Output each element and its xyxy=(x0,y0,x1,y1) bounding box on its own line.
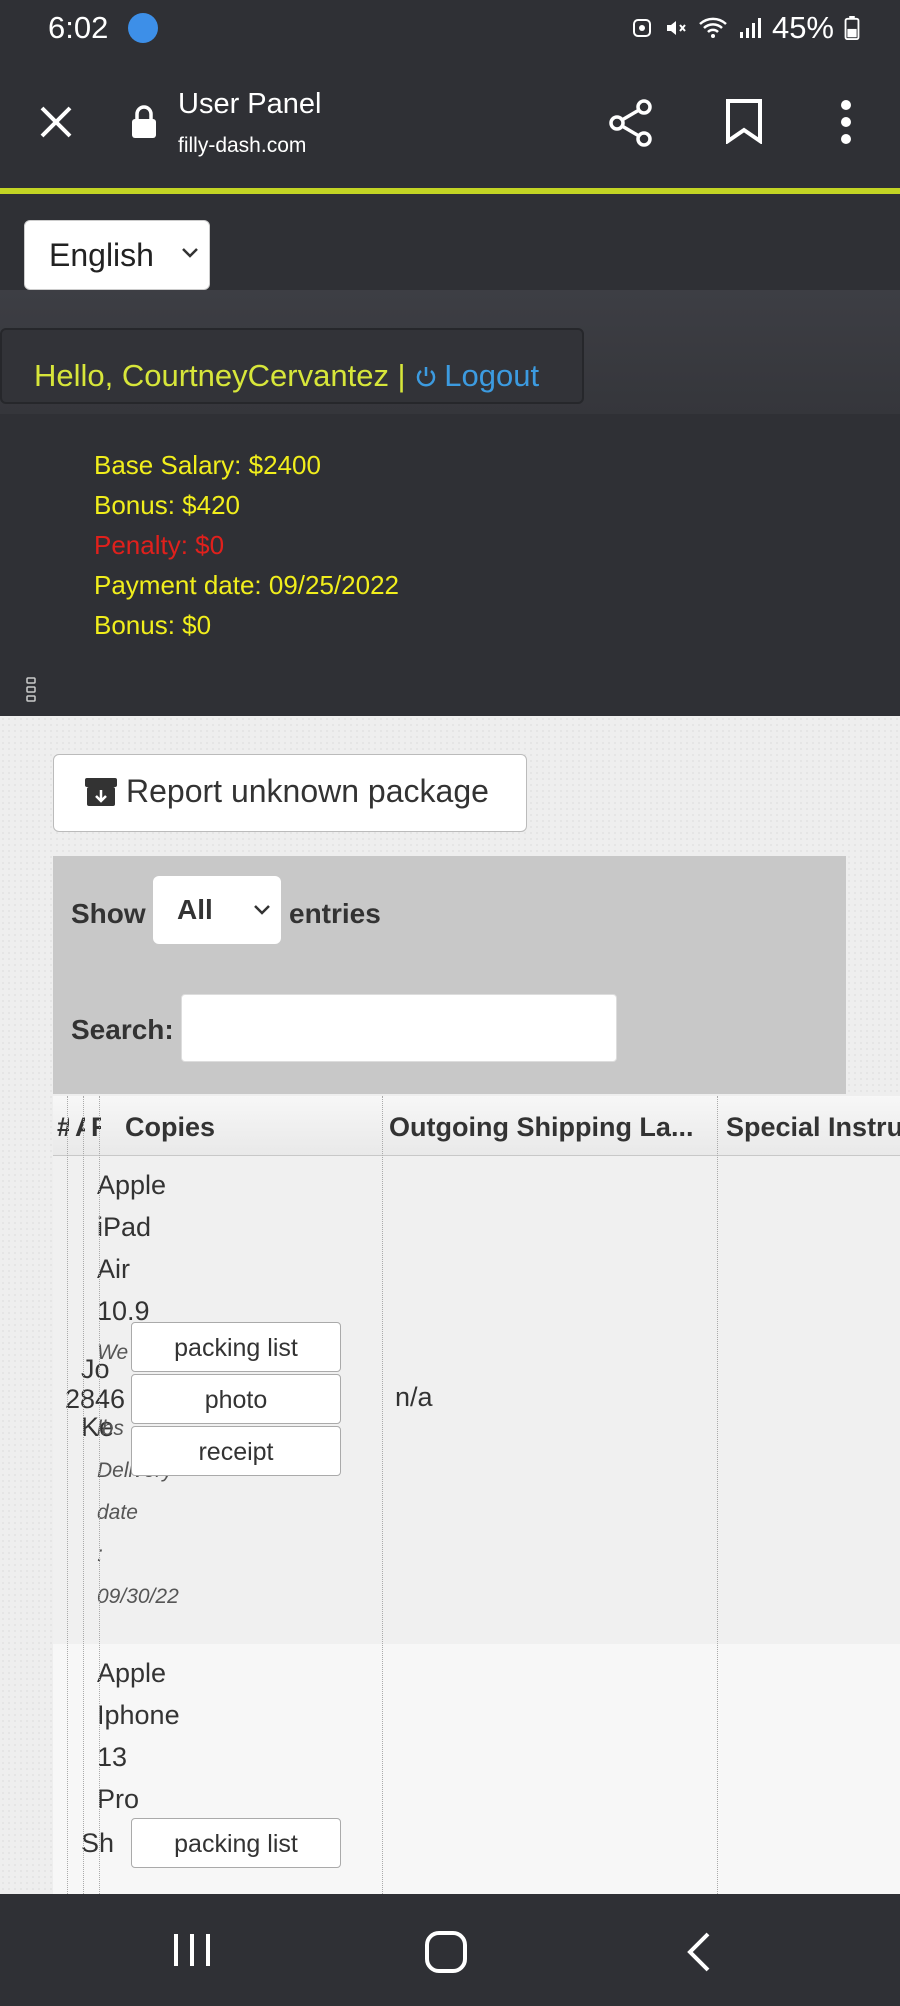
column-divider xyxy=(99,1096,100,1894)
product-line: iPad xyxy=(97,1212,152,1242)
table-row: Apple Iphone 13 Pro Sh packing list xyxy=(53,1644,900,1894)
column-header-copies[interactable]: Copies xyxy=(125,1096,355,1156)
product-line: 13 xyxy=(97,1742,128,1772)
search-label: Search: xyxy=(71,1014,174,1045)
share-icon[interactable] xyxy=(608,98,654,148)
column-header-outgoing-shipping-label[interactable]: Outgoing Shipping La... xyxy=(389,1096,709,1156)
system-navigation-bar xyxy=(0,1894,900,2006)
table-row: Apple iPad Air 10.9 We Jo 2846 Ke lbs De… xyxy=(53,1156,900,1644)
drag-handle-icon[interactable] xyxy=(26,676,36,704)
column-divider xyxy=(382,1096,383,1894)
delivery-label: date xyxy=(97,1501,138,1524)
chevron-down-icon xyxy=(254,905,270,915)
bookmark-icon[interactable] xyxy=(724,98,764,144)
greeting-band: Hello, CourtneyCervantez | Logout xyxy=(0,290,900,414)
customer-name-fragment: Sh xyxy=(81,1828,115,1858)
logout-link[interactable]: Logout xyxy=(414,358,539,393)
battery-percent: 45% xyxy=(771,10,834,45)
language-select[interactable]: English xyxy=(24,220,210,290)
product-line: Apple xyxy=(97,1658,167,1688)
payment-date: Payment date: 09/25/2022 xyxy=(94,570,400,600)
weight-unit: lbs xyxy=(97,1417,124,1440)
delivery-date: 09/30/22 xyxy=(97,1585,179,1608)
table-header: # A F Copies Outgoing Shipping La... Spe… xyxy=(53,1096,900,1156)
product-line: Apple xyxy=(97,1170,167,1200)
column-divider xyxy=(83,1096,84,1894)
home-icon[interactable] xyxy=(424,1930,468,1974)
entries-select[interactable]: All xyxy=(153,876,281,944)
status-bar: 6:02 45% xyxy=(0,0,900,56)
wifi-icon xyxy=(699,17,727,38)
language-bar: English xyxy=(0,194,900,290)
entries-label: entries xyxy=(289,898,381,929)
main-content: Report unknown package Show All entries … xyxy=(0,716,900,1894)
greeting-text: Hello, CourtneyCervantez | xyxy=(34,358,415,393)
receipt-button[interactable]: receipt xyxy=(131,1426,341,1476)
page-url[interactable]: filly-dash.com xyxy=(178,134,306,158)
packing-list-button[interactable]: packing list xyxy=(131,1818,341,1868)
back-icon[interactable] xyxy=(684,1930,714,1974)
signal-icon xyxy=(739,18,761,38)
column-divider xyxy=(67,1096,68,1894)
lock-icon xyxy=(132,105,156,138)
product-line: Air xyxy=(97,1254,130,1284)
bonus-amount: Bonus: $420 xyxy=(94,490,241,520)
app-notification-icon xyxy=(128,13,158,43)
show-label: Show xyxy=(71,898,146,929)
customer-name-fragment: Jo xyxy=(81,1354,110,1384)
bonus-amount-2: Bonus: $0 xyxy=(94,610,212,640)
chevron-down-icon xyxy=(182,248,198,258)
base-salary: Base Salary: $2400 xyxy=(94,450,321,480)
salary-info: Base Salary: $2400 Bonus: $420 Penalty: … xyxy=(0,414,900,716)
entries-value: All xyxy=(177,894,213,925)
report-button-label: Report unknown package xyxy=(126,773,489,809)
penalty-amount: Penalty: $0 xyxy=(94,530,225,560)
shipping-label-value: n/a xyxy=(395,1382,433,1412)
status-time: 6:02 xyxy=(48,10,109,45)
close-icon[interactable] xyxy=(34,100,78,144)
mute-icon xyxy=(666,21,686,35)
column-divider xyxy=(717,1096,718,1894)
search-input[interactable] xyxy=(181,994,617,1062)
table-controls: Show All entries Search: xyxy=(53,856,846,1094)
packing-list-button[interactable]: packing list xyxy=(131,1322,341,1372)
report-unknown-package-button[interactable]: Report unknown package xyxy=(53,754,527,832)
battery-icon xyxy=(844,16,860,40)
language-value: English xyxy=(49,237,154,273)
photo-button[interactable]: photo xyxy=(131,1374,341,1424)
page-title: User Panel xyxy=(178,88,322,120)
archive-box-icon xyxy=(85,778,117,806)
alarm-icon xyxy=(632,19,651,37)
browser-toolbar: User Panel filly-dash.com xyxy=(0,56,900,186)
status-icons: 45% xyxy=(630,10,860,46)
logout-label[interactable]: Logout xyxy=(444,358,539,393)
power-icon xyxy=(416,367,436,387)
more-options-icon[interactable] xyxy=(836,98,856,146)
product-line: Iphone xyxy=(97,1700,180,1730)
greeting-box: Hello, CourtneyCervantez | Logout xyxy=(0,328,584,404)
recent-apps-icon[interactable] xyxy=(170,1930,214,1970)
column-header-special-instructions[interactable]: Special Instru xyxy=(726,1096,900,1156)
product-line: Pro xyxy=(97,1784,140,1814)
greeting: Hello, CourtneyCervantez | Logout xyxy=(34,358,539,394)
